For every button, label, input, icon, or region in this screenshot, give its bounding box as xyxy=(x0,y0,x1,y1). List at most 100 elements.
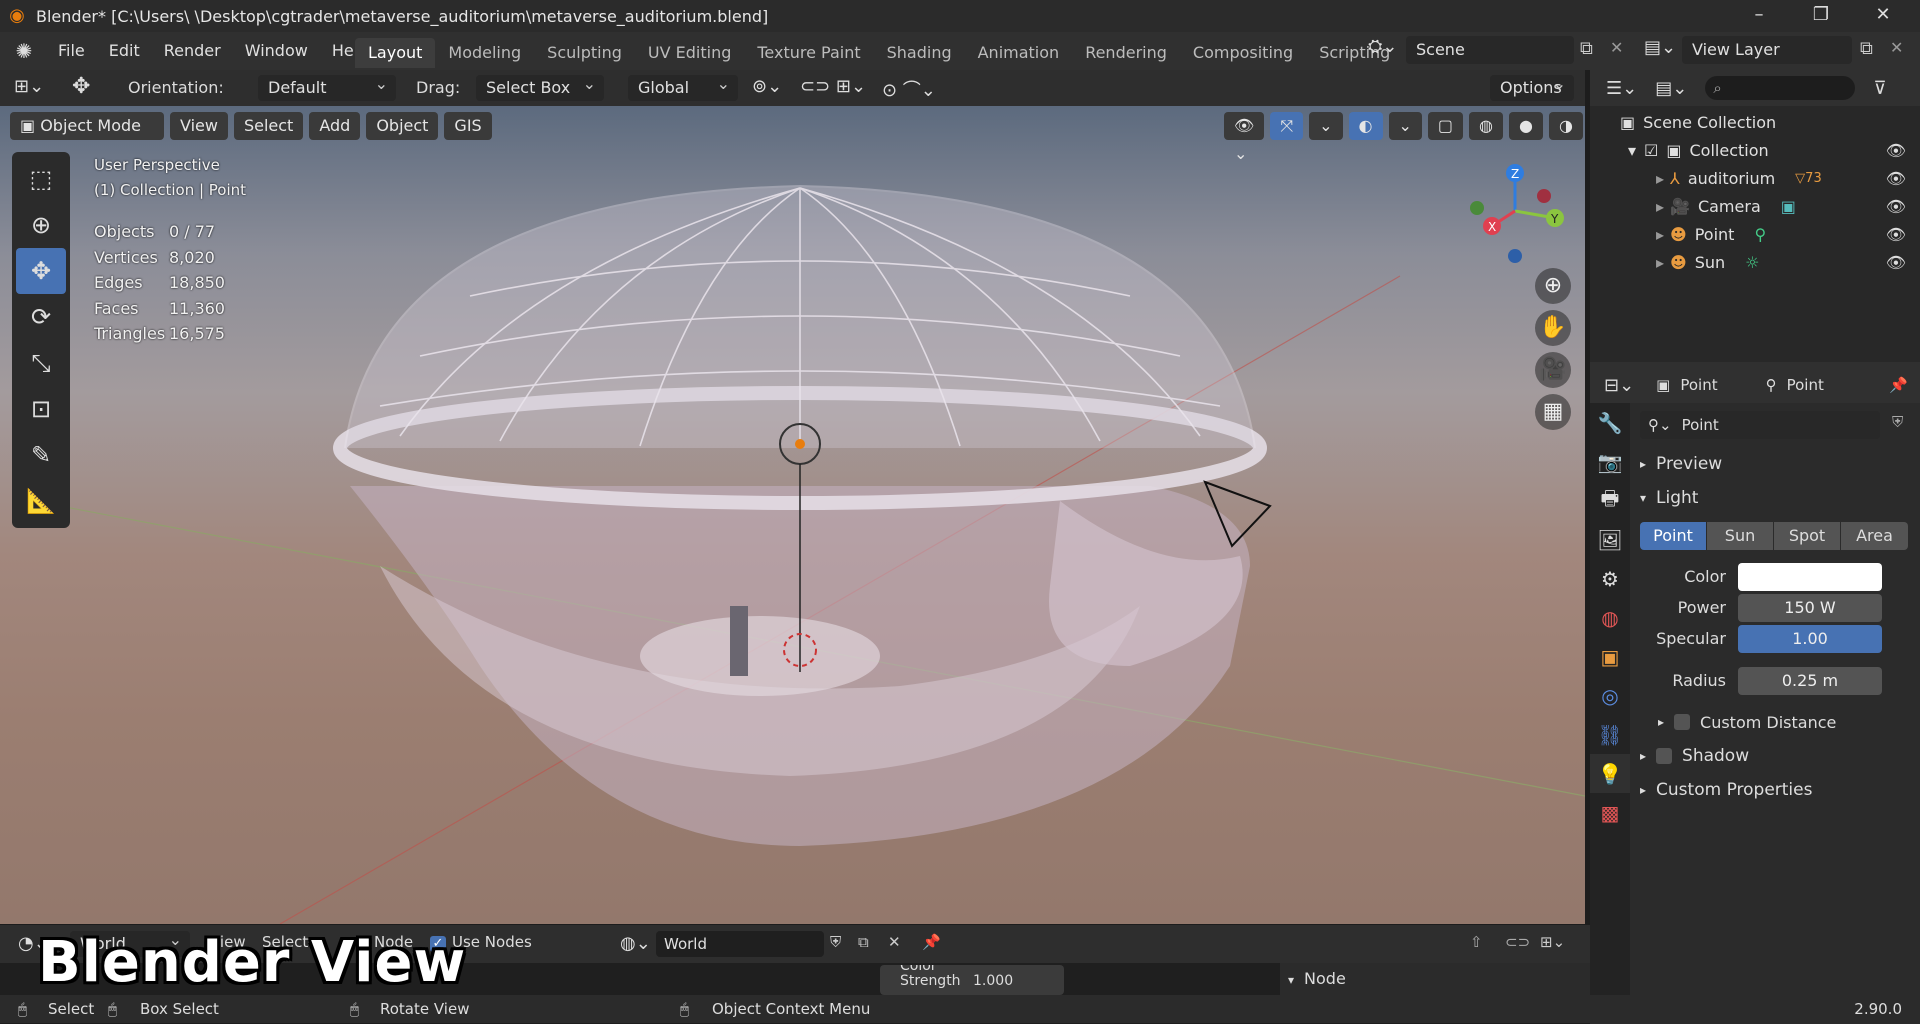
shading-solid-icon[interactable]: ● xyxy=(1509,112,1543,140)
constraints-tab-icon[interactable]: ⛓ xyxy=(1590,715,1630,754)
color-swatch[interactable] xyxy=(1738,563,1882,591)
preview-panel-header[interactable]: ▸ Preview xyxy=(1640,447,1722,481)
world-icon[interactable]: ◍⌄ xyxy=(620,933,651,954)
custom-distance-subpanel[interactable]: ▸ Custom Distance xyxy=(1658,705,1836,739)
light-type-spot[interactable]: Spot xyxy=(1774,522,1840,550)
eye-icon[interactable]: 👁 xyxy=(1886,169,1906,188)
duplicate-icon[interactable]: ⧉ xyxy=(858,933,869,951)
texture-tab-icon[interactable]: ▩ xyxy=(1590,793,1630,832)
move-icon[interactable]: ✥ xyxy=(16,248,66,294)
overlay-menu-icon[interactable]: ⌄ xyxy=(1388,112,1422,140)
viewport-menu-select[interactable]: Select xyxy=(233,112,304,140)
rotate-icon[interactable]: ⟳ xyxy=(16,294,66,340)
navigation-gizmo[interactable]: Z Y X xyxy=(1460,156,1570,266)
shading-wireframe-icon[interactable]: ◍ xyxy=(1469,112,1503,140)
viewport-menu-gis[interactable]: GIS xyxy=(444,112,492,140)
unlink-icon[interactable]: ✕ xyxy=(888,933,901,951)
parent-node-icon[interactable]: ⇧ xyxy=(1470,933,1483,951)
viewport-menu-object[interactable]: Object xyxy=(366,112,439,140)
viewport-menu-add[interactable]: Add xyxy=(309,112,361,140)
delete-scene-icon[interactable]: ✕ xyxy=(1610,38,1623,57)
gizmo-toggle-icon[interactable]: ⤧ xyxy=(1270,112,1304,140)
pivot-point-icon[interactable]: ⊚⌄ xyxy=(752,76,782,97)
checkbox-icon[interactable] xyxy=(1656,748,1673,764)
transform-icon[interactable]: ⊡ xyxy=(16,386,66,432)
tool-tab-icon[interactable]: 🔧 xyxy=(1590,403,1630,442)
outliner-item-camera[interactable]: ▸ 🎥 Camera ▣ 👁 xyxy=(1590,192,1920,220)
shadow-panel-header[interactable]: ▸ Shadow xyxy=(1640,739,1749,773)
eye-icon[interactable]: 👁 xyxy=(1886,253,1906,272)
view-layer-selector[interactable]: View Layer xyxy=(1682,36,1852,64)
tab-shading[interactable]: Shading xyxy=(874,38,965,68)
specular-field[interactable]: 1.00 xyxy=(1738,625,1882,653)
new-scene-icon[interactable]: ⧉ xyxy=(1580,38,1593,59)
outliner-item-auditorium[interactable]: ▸ ⅄ auditorium ▽73 👁 xyxy=(1590,164,1920,192)
power-field[interactable]: 150 W xyxy=(1738,594,1882,622)
drag-dropdown[interactable]: Select Box xyxy=(476,71,604,101)
maximize-button[interactable]: ❐ xyxy=(1798,0,1844,32)
expand-icon[interactable]: ▾ xyxy=(1628,141,1636,160)
fake-user-icon[interactable]: ⛨ xyxy=(830,933,841,951)
light-data-tab-icon[interactable]: 💡 xyxy=(1590,754,1630,793)
tab-rendering[interactable]: Rendering xyxy=(1072,38,1180,68)
properties-editor-icon[interactable]: ⊟⌄ xyxy=(1604,375,1634,396)
outliner-editor-icon[interactable]: ☰⌄ xyxy=(1606,78,1637,99)
tab-animation[interactable]: Animation xyxy=(965,38,1073,68)
camera-view-icon[interactable]: 🎥 xyxy=(1535,352,1571,388)
editor-type-icon[interactable]: ⊞⌄ xyxy=(14,76,44,97)
view-layer-tab-icon[interactable]: 🖼 xyxy=(1590,520,1630,559)
light-panel-header[interactable]: ▾ Light xyxy=(1640,481,1698,515)
background-node[interactable]: Color Strength 1.000 xyxy=(880,965,1064,995)
tab-layout[interactable]: Layout xyxy=(355,38,436,68)
new-view-layer-icon[interactable]: ⧉ xyxy=(1860,38,1873,59)
checkbox-icon[interactable] xyxy=(1674,714,1691,730)
select-box-icon[interactable]: ⬚ xyxy=(16,156,66,202)
snap-icon[interactable]: ⊂⊃ ⊞⌄ xyxy=(800,76,866,97)
fake-user-icon[interactable]: ⛨ xyxy=(1892,413,1903,431)
filter-icon[interactable]: ⊽ xyxy=(1873,78,1886,99)
delete-view-layer-icon[interactable]: ✕ xyxy=(1890,38,1903,57)
light-type-area[interactable]: Area xyxy=(1841,522,1908,550)
outliner-search-icon[interactable]: ⌕ xyxy=(1705,76,1856,100)
pin-icon[interactable]: 📌 xyxy=(1889,376,1908,394)
world-datablock-field[interactable]: World xyxy=(656,931,824,957)
eye-icon[interactable]: 👁 xyxy=(1886,197,1906,216)
scene-collection-row[interactable]: ▣ Scene Collection xyxy=(1590,108,1920,136)
light-datablock-field[interactable]: ⚲⌄ Point xyxy=(1640,411,1880,439)
transform-tool-icon[interactable]: ✥ xyxy=(72,74,90,99)
shading-material-icon[interactable]: ◑ xyxy=(1548,112,1583,140)
gizmo-menu-icon[interactable]: ⌄ xyxy=(1309,112,1343,140)
tab-sculpting[interactable]: Sculpting xyxy=(534,38,635,68)
outliner-item-sun[interactable]: ▸ ☻ Sun ☼ 👁 xyxy=(1590,248,1920,276)
mode-dropdown[interactable]: ▣ Object Mode ⌄ xyxy=(10,112,164,163)
expand-icon[interactable]: ▸ xyxy=(1656,225,1664,244)
snap-grid-icon[interactable]: ⊞⌄ xyxy=(1540,933,1565,951)
xray-icon[interactable]: ▢ xyxy=(1427,112,1464,140)
node-sidebar-panel[interactable]: ▾ Node xyxy=(1280,963,1590,995)
output-tab-icon[interactable]: 🖶 xyxy=(1590,481,1630,520)
light-type-point[interactable]: Point xyxy=(1640,522,1706,550)
visibility-icon[interactable]: 👁⌄ xyxy=(1224,112,1265,163)
custom-properties-panel-header[interactable]: ▸ Custom Properties xyxy=(1640,773,1812,807)
orientation-dropdown[interactable]: Default xyxy=(258,71,396,101)
proportional-edit-icon[interactable]: ⊙ ⌒⌄ xyxy=(882,76,936,102)
object-tab-icon[interactable]: ▣ xyxy=(1590,637,1630,676)
radius-field[interactable]: 0.25 m xyxy=(1738,667,1882,695)
world-tab-icon[interactable]: ◍ xyxy=(1590,598,1630,637)
menu-file[interactable]: File xyxy=(46,32,97,70)
pin-icon[interactable]: 📌 xyxy=(922,933,941,951)
menu-edit[interactable]: Edit xyxy=(97,32,152,70)
options-dropdown[interactable]: Options xyxy=(1490,71,1574,101)
perspective-toggle-icon[interactable]: ▦ xyxy=(1535,394,1571,430)
menu-render[interactable]: Render xyxy=(152,32,233,70)
viewport-menu-view[interactable]: View xyxy=(170,112,228,140)
zoom-icon[interactable]: ⊕ xyxy=(1535,268,1571,304)
3d-viewport[interactable]: ▣ Object Mode ⌄ View Select Add Object G… xyxy=(0,106,1585,924)
close-button[interactable]: ✕ xyxy=(1860,0,1906,32)
cursor-icon[interactable]: ⊕ xyxy=(16,202,66,248)
blender-menu-icon[interactable]: ✺ xyxy=(12,39,36,63)
scale-icon[interactable]: ⤡ xyxy=(16,340,66,386)
physics-tab-icon[interactable]: ◎ xyxy=(1590,676,1630,715)
tab-texture-paint[interactable]: Texture Paint xyxy=(744,38,873,68)
checkbox-icon[interactable]: ☑ xyxy=(1644,141,1658,160)
